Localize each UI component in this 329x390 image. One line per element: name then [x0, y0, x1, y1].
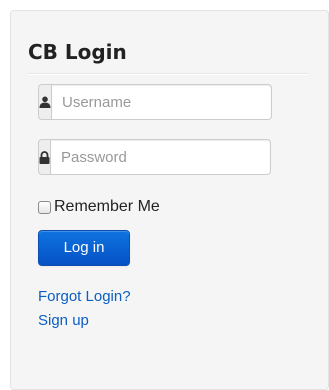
lock-icon: [38, 139, 50, 175]
user-icon: [38, 84, 51, 120]
username-input-group: [38, 84, 272, 120]
forgot-login-link[interactable]: Forgot Login?: [38, 288, 131, 306]
username-input[interactable]: [51, 84, 272, 120]
title-divider: [28, 73, 308, 75]
remember-me-checkbox[interactable]: [38, 200, 51, 214]
sign-up-link[interactable]: Sign up: [38, 312, 89, 330]
module-title: CB Login: [28, 40, 127, 64]
login-button[interactable]: Log in: [38, 230, 130, 266]
password-input[interactable]: [50, 139, 271, 175]
remember-me-label: Remember Me: [54, 198, 160, 215]
remember-me-option[interactable]: Remember Me: [38, 198, 160, 216]
password-input-group: [38, 139, 271, 175]
